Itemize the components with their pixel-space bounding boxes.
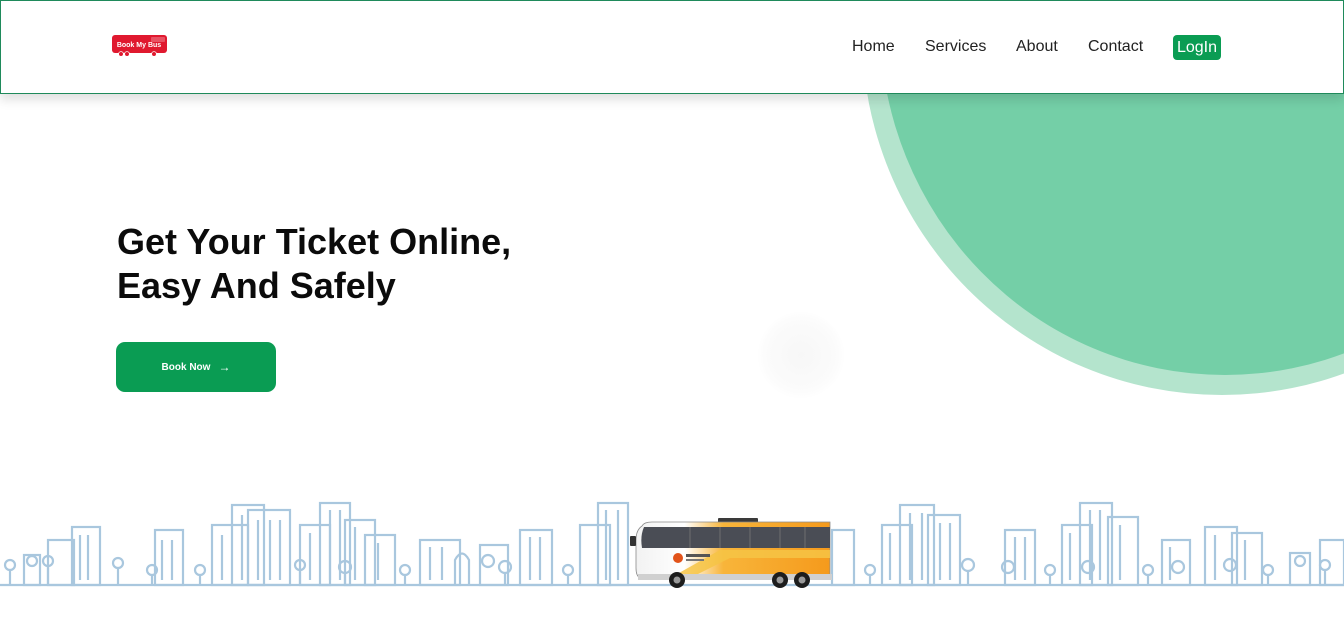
login-button[interactable]: LogIn (1173, 35, 1221, 60)
logo-text: Book My Bus (117, 42, 161, 49)
bus-illustration (630, 518, 832, 588)
nav-contact[interactable]: Contact (1088, 38, 1143, 56)
nav-services[interactable]: Services (925, 38, 986, 56)
book-now-button[interactable]: Book Now → (116, 342, 276, 392)
decorative-glow (758, 312, 844, 398)
nav-about[interactable]: About (1016, 38, 1058, 56)
navbar: Book My Bus Home Services About Contact … (0, 0, 1344, 94)
arrow-right-icon: → (218, 360, 231, 374)
nav-home[interactable]: Home (852, 38, 895, 56)
landing-page: Book My Bus Home Services About Contact … (0, 0, 1344, 629)
brand-logo[interactable]: Book My Bus (111, 34, 168, 57)
book-now-label: Book Now (161, 361, 211, 373)
hero-title-line-1: Get Your Ticket Online, (117, 221, 512, 262)
hero-title: Get Your Ticket Online, Easy And Safely (117, 220, 511, 308)
hero-title-line-2: Easy And Safely (117, 265, 396, 306)
